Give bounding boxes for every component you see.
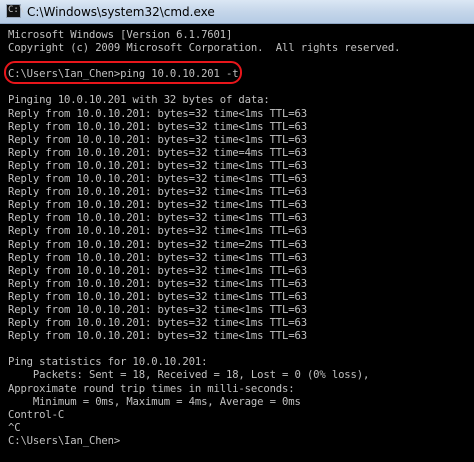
reply-line: Reply from 10.0.10.201: bytes=32 time<1m… bbox=[8, 159, 307, 172]
title-bar[interactable]: C:\ C:\Windows\system32\cmd.exe bbox=[0, 0, 474, 24]
statistics-line: Minimum = 0ms, Maximum = 4ms, Average = … bbox=[8, 395, 301, 408]
reply-line: Reply from 10.0.10.201: bytes=32 time=2m… bbox=[8, 238, 307, 251]
reply-line: Reply from 10.0.10.201: bytes=32 time<1m… bbox=[8, 251, 307, 264]
console-line: Microsoft Windows [Version 6.1.7601] bbox=[8, 29, 233, 41]
reply-line: Reply from 10.0.10.201: bytes=32 time<1m… bbox=[8, 199, 307, 212]
command-line: C:\Users\Ian_Chen>ping 10.0.10.201 -t bbox=[8, 68, 239, 81]
reply-line: Reply from 10.0.10.201: bytes=32 time<1m… bbox=[8, 120, 307, 133]
console-output[interactable]: Microsoft Windows [Version 6.1.7601] Cop… bbox=[8, 29, 472, 459]
reply-line: Reply from 10.0.10.201: bytes=32 time<1m… bbox=[8, 303, 307, 316]
console-line: ^C bbox=[8, 421, 21, 434]
statistics-line: Approximate round trip times in milli-se… bbox=[8, 382, 295, 395]
prompt-line[interactable]: C:\Users\Ian_Chen> bbox=[8, 435, 472, 448]
console-line: Copyright (c) 2009 Microsoft Corporation… bbox=[8, 42, 401, 55]
reply-line: Reply from 10.0.10.201: bytes=32 time<1m… bbox=[8, 277, 307, 290]
reply-line: Reply from 10.0.10.201: bytes=32 time<1m… bbox=[8, 173, 307, 186]
console-line: Pinging 10.0.10.201 with 32 bytes of dat… bbox=[8, 94, 270, 107]
statistics-line: Ping statistics for 10.0.10.201: bbox=[8, 356, 208, 369]
reply-line: Reply from 10.0.10.201: bytes=32 time<1m… bbox=[8, 264, 307, 277]
console-line: Control-C bbox=[8, 408, 65, 421]
cmd-icon-glyph: C:\ bbox=[8, 5, 25, 15]
reply-line: Reply from 10.0.10.201: bytes=32 time<1m… bbox=[8, 290, 307, 303]
statistics-line: Packets: Sent = 18, Received = 18, Lost … bbox=[8, 369, 370, 382]
reply-line: Reply from 10.0.10.201: bytes=32 time<1m… bbox=[8, 212, 307, 225]
cmd-icon[interactable]: C:\ bbox=[6, 4, 25, 18]
reply-line: Reply from 10.0.10.201: bytes=32 time<1m… bbox=[8, 107, 307, 120]
reply-line: Reply from 10.0.10.201: bytes=32 time<1m… bbox=[8, 186, 307, 199]
reply-line: Reply from 10.0.10.201: bytes=32 time<1m… bbox=[8, 133, 307, 146]
reply-line: Reply from 10.0.10.201: bytes=32 time<1m… bbox=[8, 317, 307, 330]
reply-line: Reply from 10.0.10.201: bytes=32 time<1m… bbox=[8, 330, 307, 343]
reply-line: Reply from 10.0.10.201: bytes=32 time<1m… bbox=[8, 225, 307, 238]
reply-line: Reply from 10.0.10.201: bytes=32 time=4m… bbox=[8, 146, 307, 159]
window-title: C:\Windows\system32\cmd.exe bbox=[27, 5, 215, 19]
cmd-window: C:\ C:\Windows\system32\cmd.exe Microsof… bbox=[0, 0, 474, 462]
